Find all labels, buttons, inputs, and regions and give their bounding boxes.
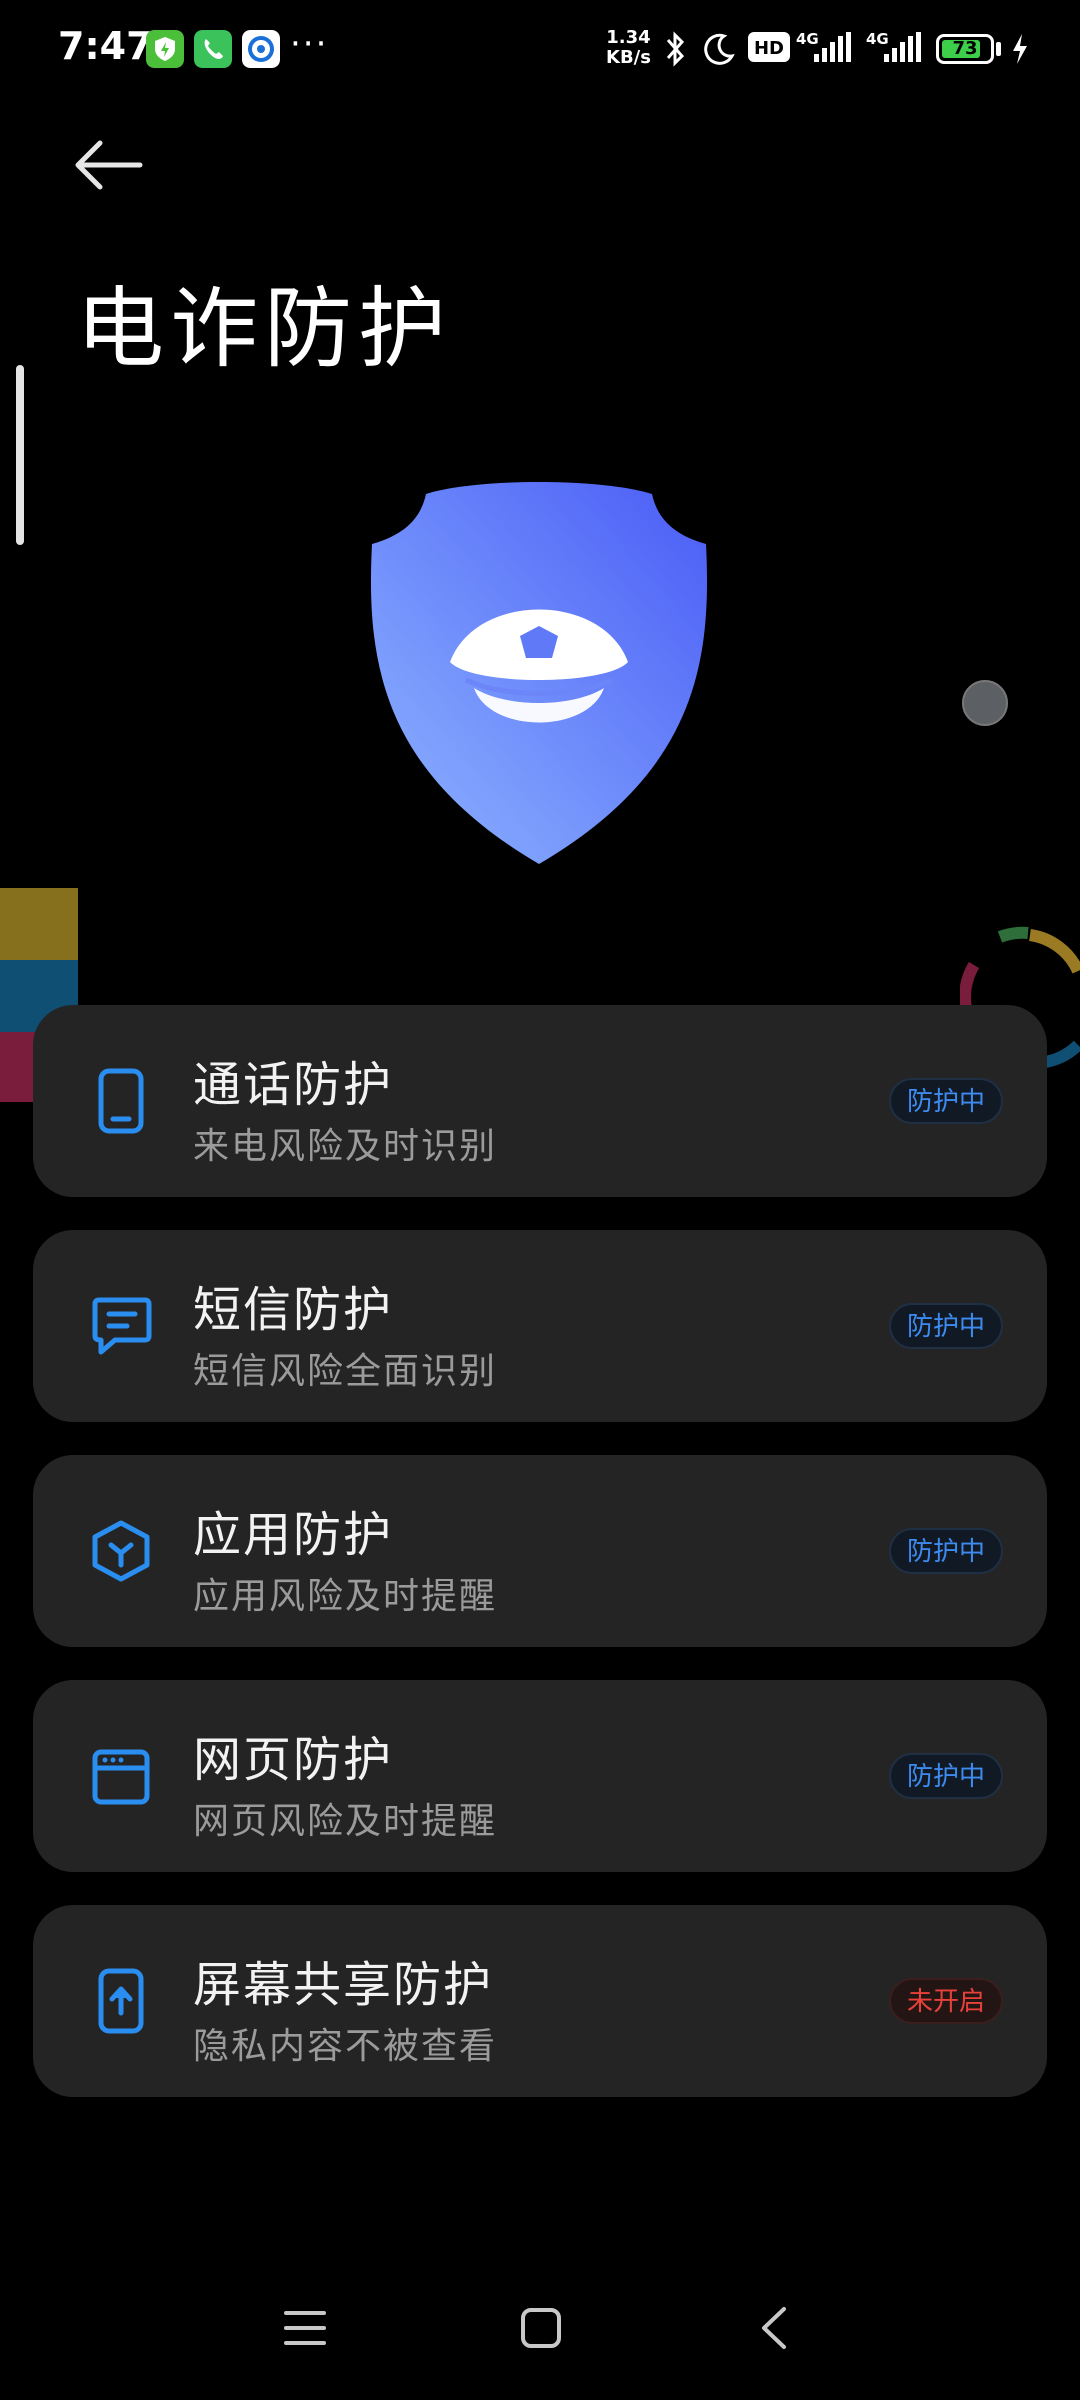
more-notifications-icon: ··· xyxy=(290,24,329,64)
charging-bolt-icon xyxy=(1013,34,1027,64)
status-badge: 防护中 xyxy=(888,1078,1003,1124)
battery-tip xyxy=(996,42,1001,56)
security-app-icon xyxy=(146,30,184,68)
app-cube-icon xyxy=(92,1520,150,1582)
page-title: 电诈防护 xyxy=(76,277,453,380)
back-arrow-button[interactable] xyxy=(70,135,150,195)
card-subtitle: 应用风险及时提醒 xyxy=(193,1576,498,1617)
back-icon[interactable] xyxy=(752,2305,798,2351)
status-bar: 7:47 ··· 1.34 KB/s HD 4G 4G 73 xyxy=(0,0,1080,100)
status-badge: 未开启 xyxy=(888,1978,1003,2024)
network-speed: 1.34 KB/s xyxy=(606,28,651,68)
phone-icon xyxy=(98,1068,144,1134)
card-call-protection[interactable]: 通话防护 来电风险及时识别 防护中 xyxy=(33,1005,1047,1197)
police-shield-icon xyxy=(370,482,708,864)
battery-icon: 73 xyxy=(936,34,994,64)
status-badge: 防护中 xyxy=(888,1303,1003,1349)
card-subtitle: 短信风险全面识别 xyxy=(193,1351,498,1392)
do-not-disturb-moon-icon xyxy=(704,33,735,65)
scroll-indicator xyxy=(16,365,24,545)
network-speed-unit: KB/s xyxy=(606,47,651,68)
card-web-protection[interactable]: 网页防护 网页风险及时提醒 防护中 xyxy=(33,1680,1047,1872)
signal1-bars-icon xyxy=(814,32,851,62)
network-speed-value: 1.34 xyxy=(606,27,651,48)
floating-ball-button[interactable] xyxy=(962,680,1008,726)
screen-share-icon xyxy=(98,1968,144,2034)
card-subtitle: 隐私内容不被查看 xyxy=(193,2026,498,2067)
message-icon xyxy=(92,1297,152,1355)
card-screen-share-protection[interactable]: 屏幕共享防护 隐私内容不被查看 未开启 xyxy=(33,1905,1047,2097)
bluetooth-icon xyxy=(666,31,685,67)
battery-level: 73 xyxy=(952,38,978,59)
home-icon[interactable] xyxy=(518,2305,564,2351)
signal2-bars-icon xyxy=(884,32,921,62)
color-swatch-yellow xyxy=(0,888,78,960)
card-title: 通话防护 xyxy=(193,1057,394,1113)
card-title: 应用防护 xyxy=(193,1507,394,1563)
phone-app-icon xyxy=(194,30,232,68)
browser-icon xyxy=(92,1749,150,1805)
card-title: 网页防护 xyxy=(193,1732,394,1788)
card-title: 屏幕共享防护 xyxy=(193,1957,494,2013)
hd-voice-icon: HD xyxy=(748,32,790,62)
compass-app-icon xyxy=(242,30,280,68)
card-sms-protection[interactable]: 短信防护 短信风险全面识别 防护中 xyxy=(33,1230,1047,1422)
card-subtitle: 来电风险及时识别 xyxy=(193,1126,498,1167)
card-title: 短信防护 xyxy=(193,1282,394,1338)
status-time: 7:47 xyxy=(58,24,153,68)
card-subtitle: 网页风险及时提醒 xyxy=(193,1801,498,1842)
card-app-protection[interactable]: 应用防护 应用风险及时提醒 防护中 xyxy=(33,1455,1047,1647)
menu-icon[interactable] xyxy=(282,2305,328,2351)
status-badge: 防护中 xyxy=(888,1528,1003,1574)
status-badge: 防护中 xyxy=(888,1753,1003,1799)
